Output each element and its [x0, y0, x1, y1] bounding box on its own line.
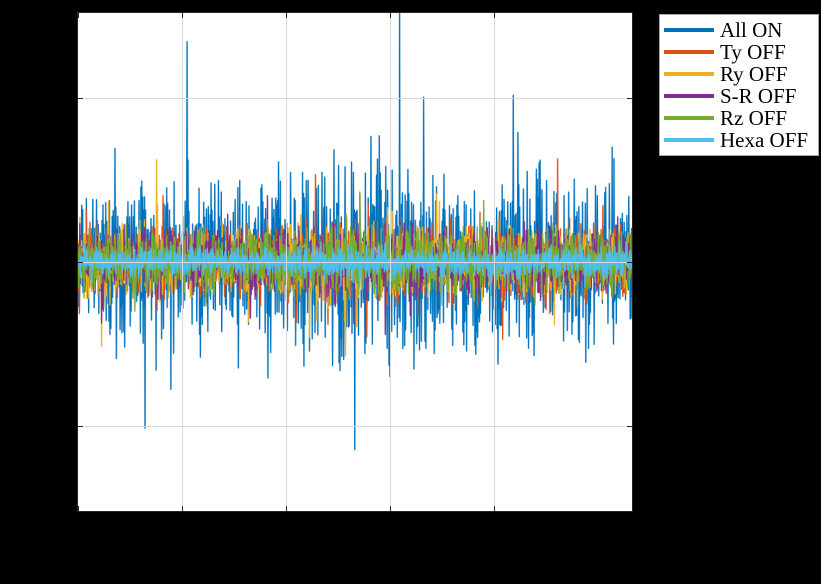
- legend-label-all-on: All ON: [720, 18, 783, 42]
- legend-item-hexa-off[interactable]: Hexa OFF: [664, 129, 814, 151]
- legend-swatch-hexa-off: [664, 138, 714, 142]
- legend-item-s-r-off[interactable]: S-R OFF: [664, 85, 814, 107]
- axis-tick-y: [78, 426, 83, 427]
- plot-axes: [77, 12, 633, 512]
- axis-tick-y: [78, 98, 83, 99]
- legend-label-rz-off: Rz OFF: [720, 106, 788, 130]
- legend-item-rz-off[interactable]: Rz OFF: [664, 107, 814, 129]
- figure-canvas: All ON Ty OFF Ry OFF S-R OFF Rz OFF Hexa…: [0, 0, 821, 584]
- legend-swatch-ty-off: [664, 50, 714, 54]
- axis-tick-x: [78, 13, 79, 18]
- axis-tick-x: [494, 506, 495, 511]
- axis-tick-y: [627, 426, 632, 427]
- legend-label-hexa-off: Hexa OFF: [720, 128, 809, 152]
- axis-tick-x: [632, 506, 633, 511]
- legend-label-ry-off: Ry OFF: [720, 62, 788, 86]
- axis-tick-x: [632, 13, 633, 18]
- legend-label-s-r-off: S-R OFF: [720, 84, 797, 108]
- legend-swatch-rz-off: [664, 116, 714, 120]
- axis-tick-y: [627, 98, 632, 99]
- legend-swatch-all-on: [664, 28, 714, 32]
- axis-tick-x: [182, 506, 183, 511]
- axis-tick-x: [78, 506, 79, 511]
- noise-timeseries-plot: [78, 13, 632, 511]
- legend-label-ty-off: Ty OFF: [720, 40, 786, 64]
- axis-tick-y: [627, 262, 632, 263]
- legend-item-all-on[interactable]: All ON: [664, 19, 814, 41]
- legend-item-ry-off[interactable]: Ry OFF: [664, 63, 814, 85]
- legend-swatch-s-r-off: [664, 94, 714, 98]
- axis-tick-x: [286, 506, 287, 511]
- axis-tick-x: [494, 13, 495, 18]
- legend-swatch-ry-off: [664, 72, 714, 76]
- axis-tick-y: [78, 262, 83, 263]
- axis-tick-x: [390, 506, 391, 511]
- legend-box: All ON Ty OFF Ry OFF S-R OFF Rz OFF Hexa…: [659, 14, 819, 156]
- legend-item-ty-off[interactable]: Ty OFF: [664, 41, 814, 63]
- axis-tick-x: [286, 13, 287, 18]
- axis-tick-x: [390, 13, 391, 18]
- axis-tick-x: [182, 13, 183, 18]
